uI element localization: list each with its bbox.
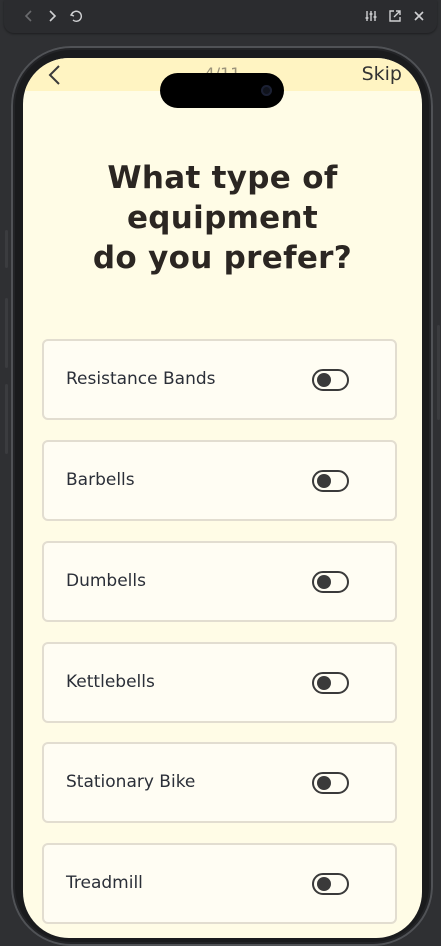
option-barbells[interactable]: Barbells xyxy=(42,440,397,521)
option-label: Stationary Bike xyxy=(66,772,196,792)
option-label: Kettlebells xyxy=(66,672,155,692)
option-label: Dumbells xyxy=(66,571,146,591)
toggle-switch[interactable] xyxy=(312,772,349,794)
option-label: Barbells xyxy=(66,470,135,490)
dynamic-island xyxy=(160,73,284,108)
toggle-knob xyxy=(317,877,331,891)
sliders-icon[interactable] xyxy=(363,8,379,24)
close-icon[interactable] xyxy=(411,8,427,24)
option-label: Resistance Bands xyxy=(66,369,216,389)
camera-icon xyxy=(261,85,272,96)
toggle-knob xyxy=(317,373,331,387)
toggle-switch[interactable] xyxy=(312,672,349,694)
option-treadmill[interactable]: Treadmill xyxy=(42,843,397,924)
side-button xyxy=(5,384,8,454)
toggle-knob xyxy=(317,776,331,790)
toggle-switch[interactable] xyxy=(312,470,349,492)
toggle-switch[interactable] xyxy=(312,571,349,593)
chevron-right-icon[interactable] xyxy=(44,8,60,24)
option-dumbells[interactable]: Dumbells xyxy=(42,541,397,622)
side-button xyxy=(5,230,8,268)
preview-toolbar xyxy=(4,0,437,33)
chevron-left-icon[interactable] xyxy=(21,8,37,24)
side-button xyxy=(437,325,440,420)
toggle-knob xyxy=(317,474,331,488)
toggle-switch[interactable] xyxy=(312,369,349,391)
question-title: What type of equipment do you prefer? xyxy=(92,160,353,276)
option-kettlebells[interactable]: Kettlebells xyxy=(42,642,397,723)
skip-button[interactable]: Skip xyxy=(362,63,402,85)
side-button xyxy=(5,298,8,368)
app-screen: 4/11 Skip What type of equipment do you … xyxy=(23,58,422,938)
open-external-icon[interactable] xyxy=(387,8,403,24)
toggle-knob xyxy=(317,575,331,589)
toggle-knob xyxy=(317,676,331,690)
undo-icon[interactable] xyxy=(68,8,84,24)
option-label: Treadmill xyxy=(66,873,143,893)
option-stationary-bike[interactable]: Stationary Bike xyxy=(42,742,397,823)
option-resistance-bands[interactable]: Resistance Bands xyxy=(42,339,397,420)
toggle-switch[interactable] xyxy=(312,873,349,895)
